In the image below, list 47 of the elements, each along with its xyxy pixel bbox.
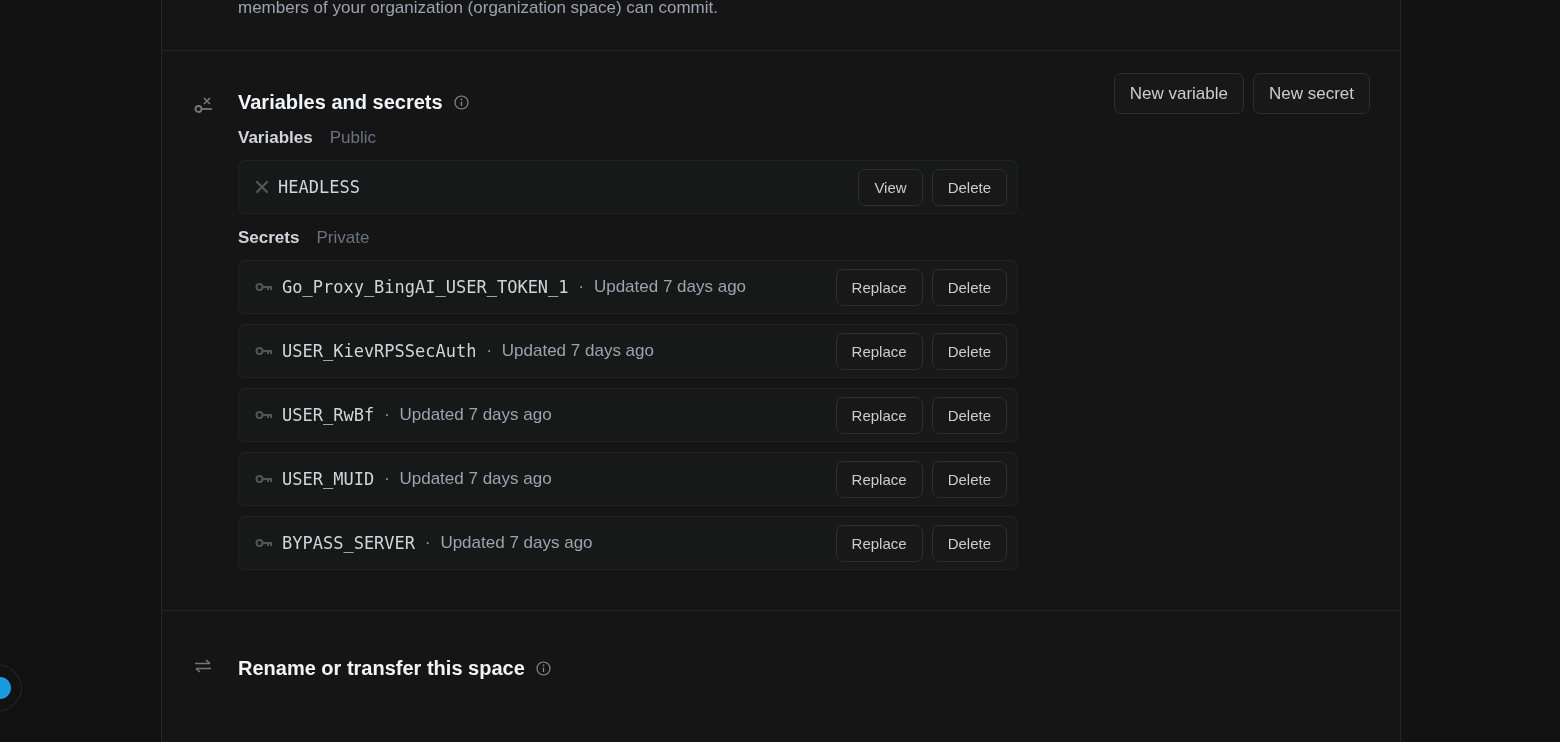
replace-button[interactable]: Replace — [835, 396, 923, 434]
secret-name: USER_RwBf — [282, 405, 375, 425]
separator-dot: · — [578, 278, 584, 296]
key-icon — [255, 346, 273, 356]
key-icon — [255, 282, 273, 292]
secret-name: BYPASS_SERVER — [282, 533, 416, 553]
separator-dot: · — [384, 406, 390, 424]
group-heading: Variables — [238, 128, 313, 148]
separator-dot: · — [425, 534, 431, 552]
updated-time: Updated 7 days ago — [501, 341, 654, 361]
visibility-label: Public — [329, 128, 376, 148]
new-button[interactable]: New secret — [1252, 73, 1370, 114]
key-icon — [255, 538, 273, 548]
replace-button[interactable]: Replace — [835, 524, 923, 562]
visibility-label: Private — [316, 228, 370, 248]
key-icon — [255, 474, 273, 484]
info-icon — [535, 661, 551, 676]
replace-button[interactable]: Replace — [835, 332, 923, 370]
variable-key-icon — [194, 97, 214, 115]
replace-button[interactable]: Replace — [835, 460, 923, 498]
key-icon — [255, 410, 273, 420]
updated-time: Updated 7 days ago — [399, 469, 552, 489]
separator-dot: · — [486, 342, 492, 360]
variable-name: HEADLESS — [278, 177, 360, 197]
new-button[interactable]: New variable — [1113, 73, 1244, 114]
separator-dot: · — [384, 470, 390, 488]
section-title: Variables and secrets — [238, 91, 443, 114]
close-icon — [255, 180, 269, 194]
delete-button[interactable]: Delete — [931, 460, 1007, 498]
updated-time: Updated 7 days ago — [399, 405, 552, 425]
delete-button[interactable]: Delete — [931, 396, 1007, 434]
replace-button[interactable]: Replace — [835, 268, 923, 306]
view-button[interactable]: View — [858, 168, 923, 206]
updated-time: Updated 7 days ago — [440, 533, 593, 553]
section-title: Rename or transfer this space — [238, 657, 525, 680]
delete-button[interactable]: Delete — [931, 168, 1007, 206]
description-text: members of your organization (organization space) can commit. — [238, 0, 719, 16]
delete-button[interactable]: Delete — [931, 524, 1007, 562]
group-heading: Secrets — [238, 228, 300, 248]
secret-name: USER_MUID — [282, 469, 375, 489]
delete-button[interactable]: Delete — [931, 268, 1007, 306]
secret-name: Go_Proxy_BingAI_USER_TOKEN_1 — [282, 277, 569, 297]
updated-time: Updated 7 days ago — [593, 277, 747, 297]
transfer-arrows-icon — [194, 659, 212, 673]
delete-button[interactable]: Delete — [931, 332, 1007, 370]
secret-name: USER_KievRPSSecAuth — [282, 341, 477, 361]
info-icon — [453, 95, 469, 110]
